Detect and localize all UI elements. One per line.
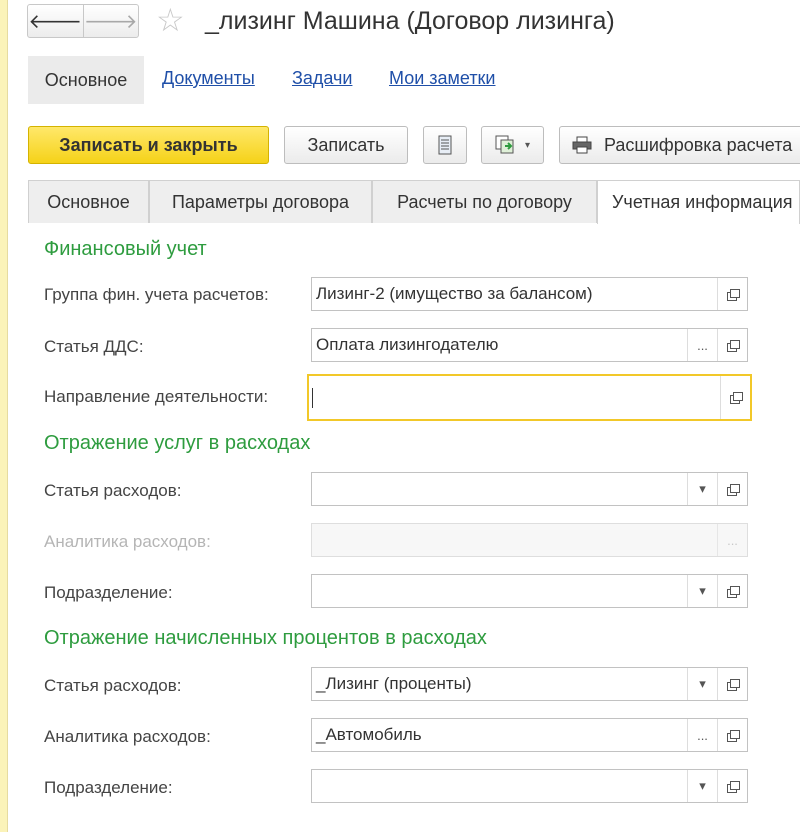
services-expense-item-dropdown[interactable]: ▾	[687, 473, 717, 505]
dds-item-value[interactable]: Оплата лизингодателю	[312, 329, 687, 361]
chevron-down-icon: ▾	[699, 676, 706, 691]
fin-group-open-button[interactable]	[717, 278, 747, 310]
interest-analytics-field[interactable]: _Автомобиль ...	[311, 718, 748, 752]
services-expense-item-field[interactable]: ▾	[311, 472, 748, 506]
tab-main[interactable]: Основное	[28, 180, 149, 223]
dds-item-select-button[interactable]: ...	[687, 329, 717, 361]
services-expense-item-label: Статья расходов:	[44, 481, 182, 500]
open-form-icon	[726, 678, 740, 691]
create-based-on-button[interactable]: ▾	[481, 126, 544, 164]
section-link-tasks[interactable]: Задачи	[292, 68, 352, 89]
save-and-close-button[interactable]: Записать и закрыть	[28, 126, 269, 164]
services-expense-item-open-button[interactable]	[717, 473, 747, 505]
arrow-left-icon: 🡐	[28, 10, 83, 33]
back-button[interactable]: 🡐	[28, 5, 84, 37]
group-title-services: Отражение услуг в расходах	[44, 432, 311, 454]
open-form-icon	[726, 339, 740, 352]
open-form-icon	[729, 392, 743, 404]
direction-field[interactable]	[307, 374, 752, 421]
interest-expense-item-value[interactable]: _Лизинг (проценты)	[312, 668, 687, 700]
chevron-down-icon: ▾	[699, 583, 706, 598]
document-list-icon	[438, 135, 452, 155]
forward-button[interactable]: 🡒	[84, 5, 139, 37]
section-link-documents[interactable]: Документы	[162, 68, 255, 89]
arrow-right-icon: 🡒	[83, 10, 138, 33]
dds-item-field[interactable]: Оплата лизингодателю ...	[311, 328, 748, 362]
open-form-icon	[726, 585, 740, 598]
services-department-value[interactable]	[312, 575, 687, 607]
chevron-down-icon: ▾	[699, 778, 706, 793]
chevron-down-icon: ▾	[699, 481, 706, 496]
fin-group-field[interactable]: Лизинг-2 (имущество за балансом)	[311, 277, 748, 311]
interest-department-field[interactable]: ▾	[311, 769, 748, 803]
services-department-open-button[interactable]	[717, 575, 747, 607]
interest-expense-item-field[interactable]: _Лизинг (проценты) ▾	[311, 667, 748, 701]
services-department-label: Подразделение:	[44, 583, 173, 602]
interest-analytics-value[interactable]: _Автомобиль	[312, 719, 687, 751]
tab-contract-settlements[interactable]: Расчеты по договору	[372, 180, 597, 223]
navigation-arrows: 🡐 🡒	[27, 4, 139, 38]
services-analytics-select-button: ...	[717, 524, 747, 556]
dds-item-label: Статья ДДС:	[44, 337, 144, 356]
interest-analytics-label: Аналитика расходов:	[44, 727, 211, 746]
services-analytics-field: ...	[311, 523, 748, 557]
fin-group-label: Группа фин. учета расчетов:	[44, 285, 269, 304]
calculation-breakdown-button[interactable]: Расшифровка расчета	[559, 126, 800, 164]
interest-department-value[interactable]	[312, 770, 687, 802]
calculation-breakdown-label: Расшифровка расчета	[604, 134, 793, 155]
chevron-down-icon: ▾	[524, 139, 531, 151]
tab-contract-parameters[interactable]: Параметры договора	[149, 180, 372, 223]
interest-department-dropdown[interactable]: ▾	[687, 770, 717, 802]
direction-value[interactable]	[313, 376, 720, 419]
services-expense-item-value[interactable]	[312, 473, 687, 505]
printer-icon	[572, 136, 592, 154]
dds-item-open-button[interactable]	[717, 329, 747, 361]
services-analytics-label: Аналитика расходов:	[44, 532, 211, 551]
direction-open-button[interactable]	[720, 376, 750, 419]
open-form-icon	[726, 483, 740, 496]
left-panel-strip	[0, 0, 8, 832]
section-main[interactable]: Основное	[28, 56, 144, 104]
open-form-icon	[726, 780, 740, 793]
direction-label: Направление деятельности:	[44, 387, 269, 406]
favorite-star-icon[interactable]: ☆	[156, 2, 185, 38]
interest-expense-item-label: Статья расходов:	[44, 676, 182, 695]
services-department-field[interactable]: ▾	[311, 574, 748, 608]
services-analytics-value	[312, 524, 717, 556]
interest-department-open-button[interactable]	[717, 770, 747, 802]
services-department-dropdown[interactable]: ▾	[687, 575, 717, 607]
group-title-financial: Финансовый учет	[44, 238, 207, 260]
create-based-icon	[495, 135, 514, 154]
interest-analytics-select-button[interactable]: ...	[687, 719, 717, 751]
interest-analytics-open-button[interactable]	[717, 719, 747, 751]
open-form-icon	[726, 729, 740, 742]
interest-department-label: Подразделение:	[44, 778, 173, 797]
fin-group-value[interactable]: Лизинг-2 (имущество за балансом)	[312, 278, 717, 310]
section-link-notes[interactable]: Мои заметки	[389, 68, 496, 89]
group-title-interest: Отражение начисленных процентов в расход…	[44, 627, 487, 649]
save-button[interactable]: Записать	[284, 126, 408, 164]
interest-expense-item-open-button[interactable]	[717, 668, 747, 700]
interest-expense-item-dropdown[interactable]: ▾	[687, 668, 717, 700]
tab-accounting-info[interactable]: Учетная информация	[597, 180, 800, 224]
open-form-icon	[726, 288, 740, 301]
structure-button[interactable]	[423, 126, 467, 164]
window-title: _лизинг Машина (Договор лизинга)	[205, 7, 615, 35]
